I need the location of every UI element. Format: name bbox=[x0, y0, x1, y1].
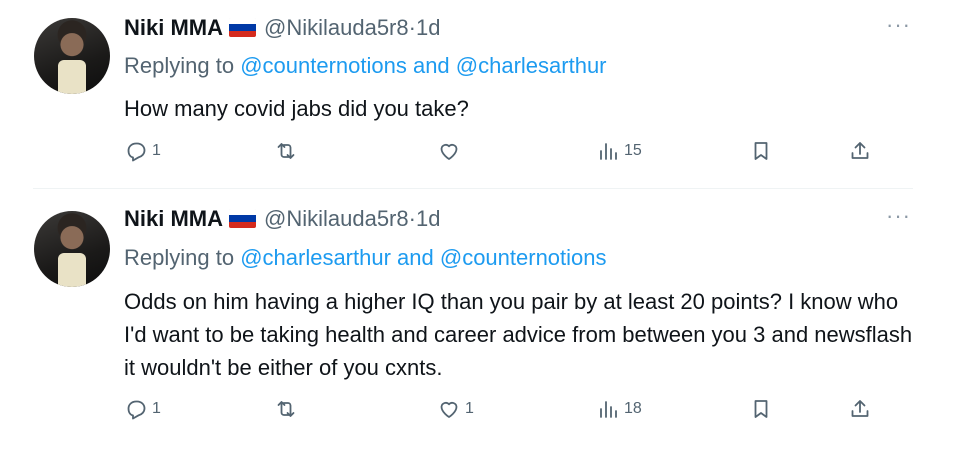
avatar[interactable] bbox=[34, 18, 110, 94]
reply-icon bbox=[127, 400, 146, 420]
tweet-text: Odds on him having a higher IQ than you … bbox=[124, 289, 913, 380]
separator-dot: · bbox=[408, 206, 416, 231]
mention-link[interactable]: @charlesarthur bbox=[240, 245, 391, 270]
author-handle[interactable]: @Nikilauda5r8 bbox=[264, 15, 409, 40]
russia-flag-icon bbox=[229, 18, 256, 37]
repost-button[interactable] bbox=[274, 139, 302, 163]
more-options-icon[interactable]: ··· bbox=[886, 12, 911, 38]
share-button[interactable] bbox=[848, 397, 872, 421]
replying-join: and bbox=[390, 245, 440, 270]
reply-icon bbox=[127, 142, 146, 162]
tweet-header: Niki MMA @Nikilauda5r8·1d bbox=[124, 205, 440, 233]
analytics-icon bbox=[600, 401, 617, 418]
tweet[interactable]: Niki MMA @Nikilauda5r8·1d ··· Replying to… bbox=[0, 0, 974, 188]
reply-count: 1 bbox=[152, 142, 161, 159]
tweet-text: How many covid jabs did you take? bbox=[124, 96, 469, 121]
views-count: 15 bbox=[624, 142, 642, 159]
mention-link[interactable]: @counternotions bbox=[240, 53, 407, 78]
tweet[interactable]: Niki MMA @Nikilauda5r8·1d ··· Replying to… bbox=[0, 189, 974, 456]
author-name[interactable]: Niki MMA bbox=[124, 15, 223, 40]
views-button[interactable]: 15 bbox=[596, 139, 642, 163]
replying-to: Replying to @counternotions and @charles… bbox=[124, 52, 607, 80]
author-handle[interactable]: @Nikilauda5r8 bbox=[264, 206, 409, 231]
like-count: 1 bbox=[465, 400, 474, 417]
mention-link[interactable]: @charlesarthur bbox=[456, 53, 607, 78]
repost-button[interactable] bbox=[274, 397, 302, 421]
share-icon bbox=[851, 142, 869, 159]
repost-icon bbox=[277, 401, 295, 417]
reply-count: 1 bbox=[152, 400, 161, 417]
views-button[interactable]: 18 bbox=[596, 397, 642, 421]
share-button[interactable] bbox=[848, 139, 872, 163]
action-bar: 1 1 18 bbox=[124, 397, 884, 425]
mention-link[interactable]: @counternotions bbox=[440, 245, 607, 270]
views-count: 18 bbox=[624, 400, 642, 417]
action-bar: 1 15 bbox=[124, 139, 884, 167]
reply-button[interactable]: 1 bbox=[124, 397, 161, 421]
tweet-header: Niki MMA @Nikilauda5r8·1d bbox=[124, 14, 440, 42]
separator-dot: · bbox=[408, 15, 416, 40]
replying-join: and bbox=[406, 53, 456, 78]
like-button[interactable] bbox=[437, 139, 465, 163]
bookmark-icon bbox=[754, 142, 768, 160]
replying-to: Replying to @charlesarthur and @countern… bbox=[124, 244, 607, 272]
replying-to-label: Replying to bbox=[124, 53, 241, 78]
heart-icon bbox=[440, 143, 458, 160]
author-name[interactable]: Niki MMA bbox=[124, 206, 223, 231]
replying-to-label: Replying to bbox=[124, 245, 241, 270]
analytics-icon bbox=[600, 143, 617, 160]
heart-icon bbox=[440, 401, 458, 418]
repost-icon bbox=[277, 143, 295, 159]
like-button[interactable]: 1 bbox=[437, 397, 474, 421]
reply-button[interactable]: 1 bbox=[124, 139, 161, 163]
timestamp[interactable]: 1d bbox=[416, 15, 440, 40]
russia-flag-icon bbox=[229, 209, 256, 228]
avatar[interactable] bbox=[34, 211, 110, 287]
timestamp[interactable]: 1d bbox=[416, 206, 440, 231]
more-options-icon[interactable]: ··· bbox=[886, 203, 911, 229]
bookmark-button[interactable] bbox=[749, 139, 773, 163]
bookmark-icon bbox=[754, 400, 768, 418]
share-icon bbox=[851, 400, 869, 417]
bookmark-button[interactable] bbox=[749, 397, 773, 421]
